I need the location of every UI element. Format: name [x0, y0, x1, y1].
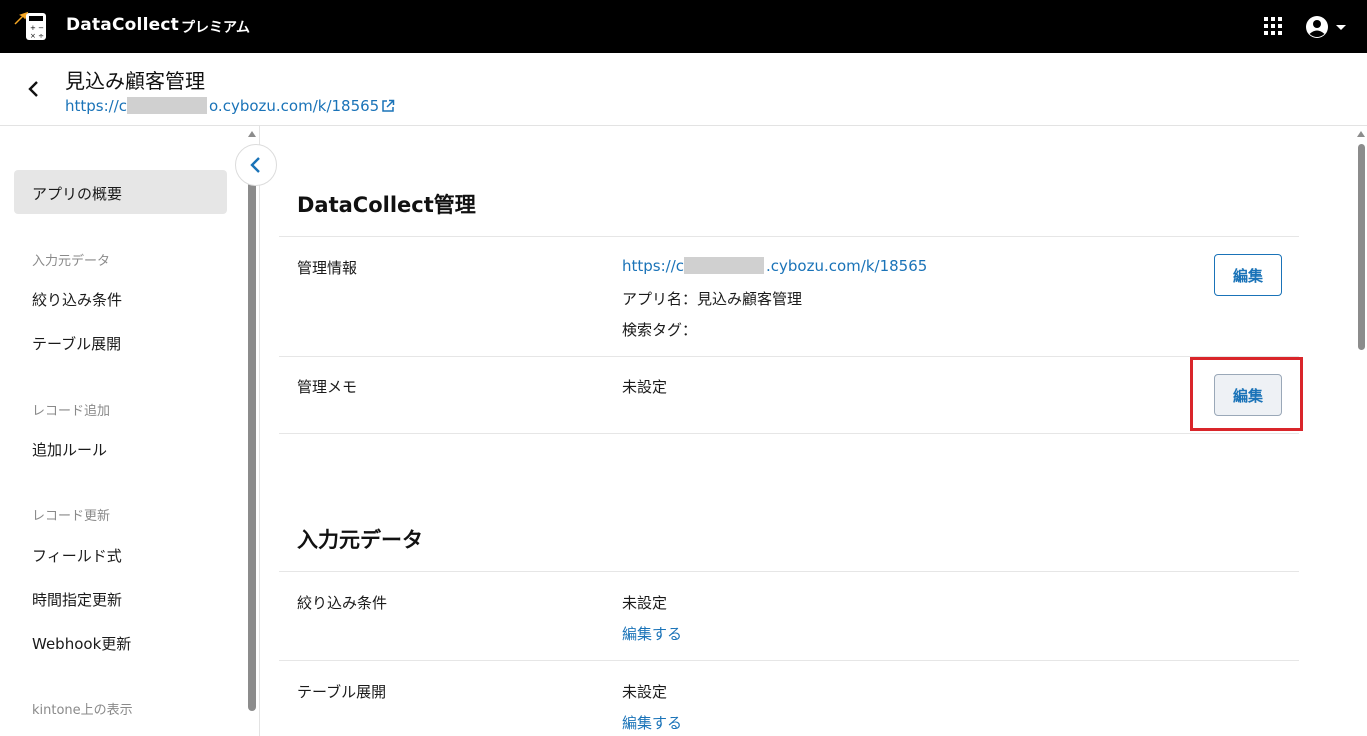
section-title: DataCollect管理 [297, 193, 476, 217]
sidebar-scrollbar[interactable] [246, 126, 258, 736]
sidebar-heading: レコード追加 [32, 404, 111, 419]
page-title: 見込み顧客管理 [65, 69, 205, 93]
page-header: 見込み顧客管理 https://c o.cybozu.com/k/18565 [0, 53, 1367, 126]
apps-grid-icon[interactable] [1263, 16, 1283, 36]
row-label: テーブル展開 [297, 683, 387, 701]
divider [279, 433, 1299, 434]
management-url-link[interactable]: https://c .cybozu.com/k/18565 [622, 257, 927, 275]
table-expand-value: 未設定 [622, 683, 668, 701]
sidebar-item-field-formula[interactable]: フィールド式 [32, 545, 122, 566]
app-name-text: アプリ名：見込み顧客管理 [622, 290, 803, 308]
svg-text:+ −: + − [30, 24, 44, 32]
divider [279, 236, 1299, 237]
scroll-up-arrow-icon[interactable] [248, 131, 256, 137]
app-url-link[interactable]: https://c o.cybozu.com/k/18565 [65, 97, 395, 115]
datacollect-logo-icon: + − × ÷ [14, 11, 46, 40]
edit-table-expand-link[interactable]: 編集する [622, 712, 682, 733]
sidebar-item-overview-label: アプリの概要 [32, 185, 123, 203]
page-scrollbar[interactable] [1355, 126, 1367, 736]
scrollbar-thumb[interactable] [248, 146, 256, 711]
svg-text:× ÷: × ÷ [30, 32, 44, 40]
scrollbar-thumb[interactable] [1358, 144, 1365, 350]
row-label: 管理情報 [297, 259, 358, 277]
filter-value: 未設定 [622, 594, 668, 612]
sidebar-heading: kintone上の表示 [32, 703, 133, 718]
section-title: 入力元データ [297, 528, 423, 552]
sidebar-item-add-rule[interactable]: 追加ルール [32, 439, 107, 460]
redacted-block [127, 97, 208, 114]
sidebar-item-webhook-update[interactable]: Webhook更新 [32, 633, 131, 654]
main-content: DataCollect管理 管理情報 https://c .cybozu.com/… [261, 126, 1355, 736]
external-link-icon [382, 99, 395, 112]
divider [279, 571, 1299, 572]
scroll-up-arrow-icon[interactable] [1357, 131, 1365, 137]
divider [279, 356, 1299, 357]
account-menu-icon[interactable] [1305, 14, 1347, 40]
row-label: 絞り込み条件 [297, 594, 388, 612]
top-bar: + − × ÷ DataCollect プレミアム [0, 0, 1367, 53]
sidebar-heading: 入力元データ [32, 254, 111, 269]
sidebar: アプリの概要 入力元データ 絞り込み条件 テーブル展開 レコード追加 追加ルール… [0, 126, 260, 736]
edit-management-info-button[interactable]: 編集 [1214, 254, 1282, 296]
sidebar-item-table-expand[interactable]: テーブル展開 [32, 333, 121, 354]
redacted-block [684, 257, 765, 274]
highlight-box [1190, 357, 1303, 431]
sidebar-item-scheduled-update[interactable]: 時間指定更新 [32, 589, 122, 610]
brand-name: DataCollect [66, 15, 179, 35]
sidebar-item-filter[interactable]: 絞り込み条件 [32, 289, 122, 310]
plan-label: プレミアム [181, 20, 251, 36]
back-arrow-icon[interactable] [22, 77, 46, 101]
search-tags-text: 検索タグ： [622, 321, 698, 339]
divider [279, 660, 1299, 661]
row-label: 管理メモ [297, 378, 358, 396]
memo-value: 未設定 [622, 378, 668, 396]
sidebar-heading: レコード更新 [32, 509, 111, 524]
edit-filter-link[interactable]: 編集する [622, 623, 682, 644]
